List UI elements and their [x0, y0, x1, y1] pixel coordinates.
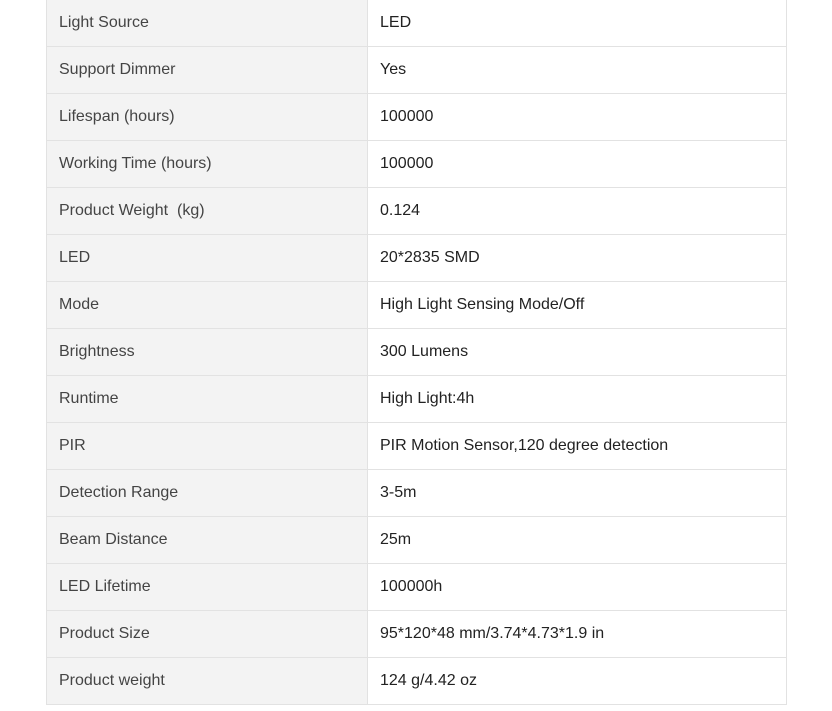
spec-label: Product Weight (kg) [46, 187, 368, 235]
spec-label: Beam Distance [46, 516, 368, 564]
spec-value: 20*2835 SMD [367, 234, 787, 282]
spec-label: Light Source [46, 0, 368, 47]
spec-value: 3-5m [367, 469, 787, 517]
spec-label: Brightness [46, 328, 368, 376]
spec-row-brightness: Brightness 300 Lumens [46, 328, 787, 376]
spec-label: Detection Range [46, 469, 368, 517]
spec-value: 25m [367, 516, 787, 564]
spec-row-light-source: Light Source LED [46, 0, 787, 47]
spec-label: Support Dimmer [46, 46, 368, 94]
spec-value: 300 Lumens [367, 328, 787, 376]
spec-row-beam-distance: Beam Distance 25m [46, 516, 787, 564]
spec-label: LED Lifetime [46, 563, 368, 611]
spec-label: Runtime [46, 375, 368, 423]
spec-row-detection-range: Detection Range 3-5m [46, 469, 787, 517]
spec-value: 95*120*48 mm/3.74*4.73*1.9 in [367, 610, 787, 658]
spec-row-mode: Mode High Light Sensing Mode/Off [46, 281, 787, 329]
spec-label: Lifespan (hours) [46, 93, 368, 141]
spec-row-led: LED 20*2835 SMD [46, 234, 787, 282]
spec-label: Product weight [46, 657, 368, 705]
spec-value: Yes [367, 46, 787, 94]
spec-value: 100000 [367, 140, 787, 188]
spec-table-body: Light Source LED Support Dimmer Yes Life… [46, 0, 787, 705]
spec-value: High Light Sensing Mode/Off [367, 281, 787, 329]
product-spec-table: Light Source LED Support Dimmer Yes Life… [46, 0, 787, 705]
spec-row-support-dimmer: Support Dimmer Yes [46, 46, 787, 94]
spec-label: LED [46, 234, 368, 282]
spec-label: Mode [46, 281, 368, 329]
spec-value: High Light:4h [367, 375, 787, 423]
spec-row-runtime: Runtime High Light:4h [46, 375, 787, 423]
spec-value: LED [367, 0, 787, 47]
spec-row-product-weight: Product weight 124 g/4.42 oz [46, 657, 787, 705]
spec-row-product-size: Product Size 95*120*48 mm/3.74*4.73*1.9 … [46, 610, 787, 658]
spec-label: PIR [46, 422, 368, 470]
spec-row-pir: PIR PIR Motion Sensor,120 degree detecti… [46, 422, 787, 470]
spec-value: 0.124 [367, 187, 787, 235]
spec-label: Product Size [46, 610, 368, 658]
spec-row-lifespan: Lifespan (hours) 100000 [46, 93, 787, 141]
spec-label: Working Time (hours) [46, 140, 368, 188]
spec-row-working-time: Working Time (hours) 100000 [46, 140, 787, 188]
spec-value: 100000 [367, 93, 787, 141]
spec-value: PIR Motion Sensor,120 degree detection [367, 422, 787, 470]
spec-value: 124 g/4.42 oz [367, 657, 787, 705]
spec-row-led-lifetime: LED Lifetime 100000h [46, 563, 787, 611]
spec-row-product-weight-kg: Product Weight (kg) 0.124 [46, 187, 787, 235]
spec-value: 100000h [367, 563, 787, 611]
